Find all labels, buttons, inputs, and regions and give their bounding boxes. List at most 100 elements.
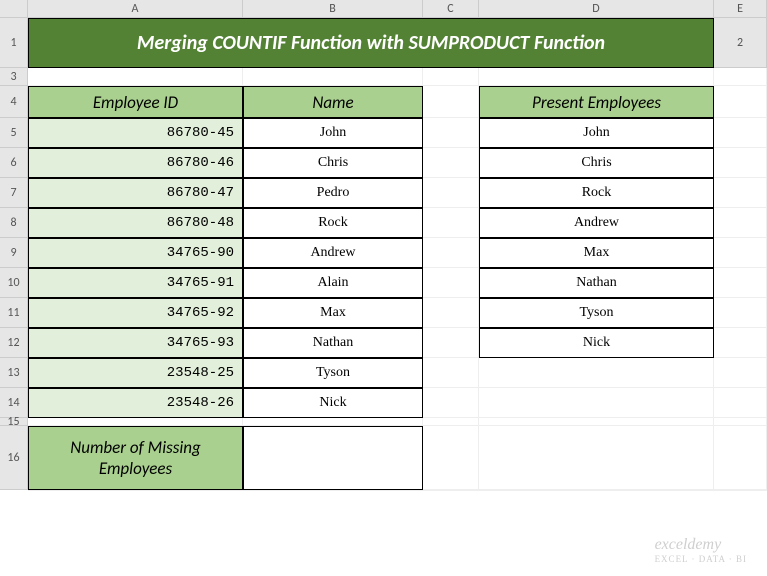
cell[interactable]	[423, 268, 479, 298]
employee-name-cell[interactable]: Andrew	[243, 238, 423, 268]
missing-label: Number of Missing Employees	[28, 426, 243, 490]
col-header-A[interactable]: A	[28, 0, 243, 18]
cell[interactable]	[243, 490, 423, 491]
col-header-E[interactable]: E	[714, 0, 767, 18]
col-header-C[interactable]: C	[423, 0, 479, 18]
employee-id-cell[interactable]: 34765-92	[28, 298, 243, 328]
cell[interactable]	[714, 418, 767, 426]
cell[interactable]	[423, 178, 479, 208]
cell[interactable]	[714, 426, 767, 490]
cell[interactable]	[423, 358, 479, 388]
watermark: exceldemy EXCEL · DATA · BI	[655, 536, 747, 564]
row-header-3[interactable]: 3	[0, 68, 28, 86]
row-header-4[interactable]: 4	[0, 86, 28, 118]
cell[interactable]	[479, 68, 714, 86]
cell[interactable]	[714, 328, 767, 358]
col-header-D[interactable]: D	[479, 0, 714, 18]
cell[interactable]	[423, 490, 479, 491]
cell[interactable]	[714, 358, 767, 388]
row-header-14[interactable]: 14	[0, 388, 28, 418]
employee-name-cell[interactable]: John	[243, 118, 423, 148]
header-name: Name	[243, 86, 423, 118]
employee-id-cell[interactable]: 34765-91	[28, 268, 243, 298]
cell[interactable]	[714, 268, 767, 298]
employee-name-cell[interactable]: Tyson	[243, 358, 423, 388]
cell[interactable]	[714, 68, 767, 86]
employee-name-cell[interactable]: Chris	[243, 148, 423, 178]
employee-id-cell[interactable]: 23548-26	[28, 388, 243, 418]
row-header-15[interactable]: 15	[0, 418, 28, 426]
present-cell[interactable]: Rock	[479, 178, 714, 208]
row-header-16[interactable]: 16	[0, 426, 28, 490]
employee-name-cell[interactable]: Max	[243, 298, 423, 328]
cell[interactable]	[423, 148, 479, 178]
cell[interactable]	[243, 418, 423, 426]
employee-id-cell[interactable]: 86780-47	[28, 178, 243, 208]
cell[interactable]	[714, 208, 767, 238]
row-header-5[interactable]: 5	[0, 118, 28, 148]
watermark-sub: EXCEL · DATA · BI	[655, 554, 747, 564]
employee-id-cell[interactable]: 86780-45	[28, 118, 243, 148]
cell[interactable]	[28, 68, 243, 86]
row-header-9[interactable]: 9	[0, 238, 28, 268]
employee-name-cell[interactable]: Rock	[243, 208, 423, 238]
cell[interactable]	[479, 426, 714, 490]
row-header-10[interactable]: 10	[0, 268, 28, 298]
cell[interactable]	[714, 298, 767, 328]
row-header-13[interactable]: 13	[0, 358, 28, 388]
present-cell[interactable]: John	[479, 118, 714, 148]
row-header-11[interactable]: 11	[0, 298, 28, 328]
cell[interactable]	[714, 86, 767, 118]
corner	[0, 0, 28, 18]
cell[interactable]	[714, 388, 767, 418]
cell[interactable]	[714, 178, 767, 208]
cell[interactable]	[28, 490, 243, 491]
cell[interactable]	[714, 148, 767, 178]
present-cell[interactable]: Nick	[479, 328, 714, 358]
employee-name-cell[interactable]: Nick	[243, 388, 423, 418]
cell[interactable]	[479, 388, 714, 418]
row-header-7[interactable]: 7	[0, 178, 28, 208]
employee-id-cell[interactable]: 86780-46	[28, 148, 243, 178]
cell[interactable]	[423, 118, 479, 148]
cell[interactable]	[423, 68, 479, 86]
employee-name-cell[interactable]: Nathan	[243, 328, 423, 358]
row-header-12[interactable]: 12	[0, 328, 28, 358]
cell[interactable]	[714, 118, 767, 148]
col-header-B[interactable]: B	[243, 0, 423, 18]
employee-id-cell[interactable]: 23548-25	[28, 358, 243, 388]
cell[interactable]	[423, 418, 479, 426]
row-header-2[interactable]: 2	[714, 18, 767, 68]
missing-value[interactable]	[243, 426, 423, 490]
employee-id-cell[interactable]: 86780-48	[28, 208, 243, 238]
employee-name-cell[interactable]: Alain	[243, 268, 423, 298]
cell[interactable]	[479, 490, 714, 491]
cell[interactable]	[243, 68, 423, 86]
cell[interactable]	[423, 328, 479, 358]
present-cell[interactable]: Chris	[479, 148, 714, 178]
header-present: Present Employees	[479, 86, 714, 118]
cell[interactable]	[423, 208, 479, 238]
cell[interactable]	[423, 298, 479, 328]
present-cell[interactable]: Tyson	[479, 298, 714, 328]
cell[interactable]	[423, 426, 479, 490]
cell[interactable]	[479, 358, 714, 388]
header-employee-id: Employee ID	[28, 86, 243, 118]
cell[interactable]	[28, 418, 243, 426]
present-cell[interactable]: Max	[479, 238, 714, 268]
cell[interactable]	[423, 388, 479, 418]
present-cell[interactable]: Nathan	[479, 268, 714, 298]
cell[interactable]	[714, 238, 767, 268]
employee-id-cell[interactable]: 34765-90	[28, 238, 243, 268]
row-header-6[interactable]: 6	[0, 148, 28, 178]
employee-id-cell[interactable]: 34765-93	[28, 328, 243, 358]
row-header-8[interactable]: 8	[0, 208, 28, 238]
cell[interactable]	[423, 86, 479, 118]
cell[interactable]	[479, 418, 714, 426]
row-header-1[interactable]: 1	[0, 18, 28, 68]
page-title: Merging COUNTIF Function with SUMPRODUCT…	[28, 18, 714, 68]
cell[interactable]	[423, 238, 479, 268]
cell[interactable]	[714, 490, 767, 491]
present-cell[interactable]: Andrew	[479, 208, 714, 238]
employee-name-cell[interactable]: Pedro	[243, 178, 423, 208]
